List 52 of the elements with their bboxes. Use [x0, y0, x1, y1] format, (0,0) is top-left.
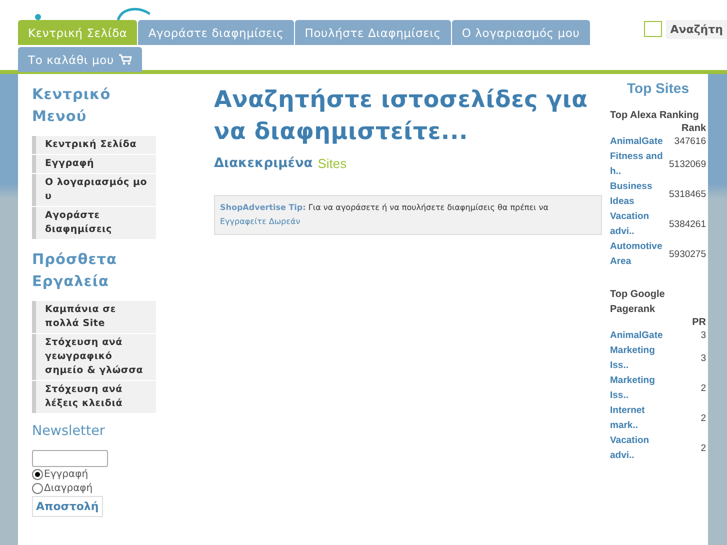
site-link[interactable]: Vacation advi..	[610, 433, 670, 463]
rank-value: 5384261	[669, 218, 706, 232]
site-link[interactable]: Fitness and h..	[610, 149, 670, 179]
section-subtitle: Διακεκριμένα	[214, 156, 313, 171]
newsletter-heading: Newsletter	[32, 423, 106, 439]
rank-value: 5318465	[669, 188, 706, 202]
rank-value: 2	[700, 382, 706, 396]
ranking-heading: Top Google Pagerank	[610, 288, 666, 317]
email-field[interactable]	[32, 450, 108, 467]
rank-value: 3	[700, 329, 706, 343]
nav-tab[interactable]: Ο λογαριασμός μου	[452, 20, 590, 45]
search-field[interactable]	[644, 21, 662, 37]
sidebar-menu-item[interactable]: Στόχευση ανά γεωγραφικό σημείο & γλώσσα	[32, 334, 156, 380]
site-link[interactable]: AnimalGate	[610, 328, 663, 343]
site-link[interactable]: Internet mark..	[610, 403, 670, 433]
site-link[interactable]: AnimalGate	[610, 134, 663, 149]
rank-value: 5132069	[669, 158, 706, 172]
nav-tab[interactable]: Αγοράστε διαφημίσεις	[138, 20, 294, 45]
sidebar-menu-item[interactable]: Κεντρική Σελίδα	[32, 136, 156, 154]
sidebar-menu-item[interactable]: Αγοράστε διαφημίσεις	[32, 207, 156, 239]
search-button[interactable]: Αναζήτη	[666, 20, 727, 39]
sidebar-heading: Πρόσθετα Εργαλεία	[32, 251, 118, 292]
section-subtitle-accent: Sites	[318, 156, 347, 171]
register-link[interactable]: Εγγραφείτε Δωρεάν	[220, 217, 300, 226]
rank-value: 347616	[674, 135, 706, 149]
site-link[interactable]: Vacation advi..	[610, 209, 670, 239]
rank-value: 2	[700, 442, 706, 456]
nav-tab[interactable]: Πουλήστε Διαφημίσεις	[294, 20, 451, 45]
column-header: Rank	[680, 123, 706, 134]
radio-label: Εγγραφή	[44, 468, 88, 480]
page-title: Αναζητήστε ιστοσελίδες για να διαφημιστείτε...	[214, 86, 589, 147]
sidebar-menu-item[interactable]: Στόχευση ανά λέξεις κλειδιά	[32, 381, 156, 413]
sidebar-menu-item[interactable]: Καμπάνια σε πολλά Site	[32, 301, 156, 333]
ranking-heading: Top Alexa Ranking	[610, 109, 700, 123]
site-link[interactable]: Business Ideas	[610, 179, 670, 209]
nav-tab[interactable]: Το καλάθι μου	[18, 47, 142, 72]
sidebar-menu-item[interactable]: Εγγραφή	[32, 155, 156, 173]
site-link[interactable]: Marketing Iss..	[610, 373, 670, 403]
top-sites-heading: Top Sites	[626, 80, 690, 96]
radio-button[interactable]	[32, 468, 43, 480]
tip-message: ShopAdvertise Tip: Για να αγοράσετε ή να πουλήσετε διαφημίσεις θα πρέπει να Εγγραφείτε Δωρεάν	[214, 195, 602, 235]
sidebar-heading: Κεντρικό Μενού	[32, 86, 112, 127]
site-link[interactable]: Marketing Iss..	[610, 343, 670, 373]
rank-value: 5930275	[669, 248, 706, 262]
submit-button[interactable]: Αποστολή	[32, 496, 103, 517]
radio-label: Διαγραφή	[44, 482, 93, 494]
sidebar-menu-item[interactable]: Ο λογαριασμός μο υ	[32, 174, 156, 206]
rank-value: 2	[700, 412, 706, 426]
rank-value: 3	[700, 352, 706, 366]
site-link[interactable]: Automotive Area	[610, 239, 670, 269]
column-header: PR	[691, 317, 706, 328]
radio-button[interactable]	[32, 482, 43, 494]
